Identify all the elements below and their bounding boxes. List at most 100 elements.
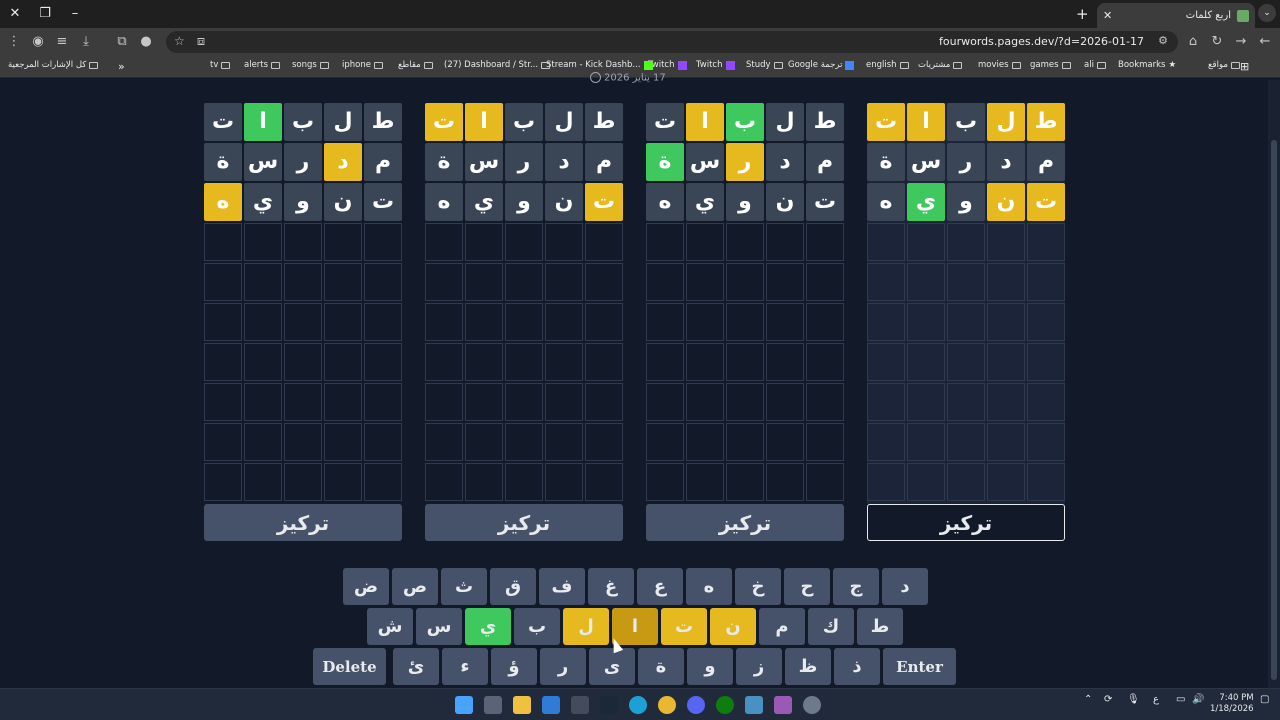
chrome-icon[interactable] [658,696,676,714]
restore-window-icon[interactable]: ❐ [30,4,60,24]
volume-icon[interactable]: 🔊 [1192,694,1204,705]
letter-key[interactable]: ه [686,568,732,605]
letter-key[interactable]: د [882,568,928,605]
store-icon[interactable] [542,696,560,714]
bookmark-item[interactable]: Google ترجمة [788,60,857,70]
letter-key[interactable]: ؤ [491,648,537,685]
extensions-icon[interactable]: ⧉ [113,33,131,51]
snipping-tool-icon[interactable] [774,696,792,714]
bookmark-star-icon[interactable]: ☆ [174,34,185,48]
focus-button[interactable]: تركيز [867,504,1065,541]
bookmark-item[interactable]: iphone [342,60,386,70]
url-text[interactable]: fourwords.pages.dev/?d=2026-01-17 [939,35,1144,48]
bookmark-item[interactable]: مقاطع [398,60,436,70]
letter-key[interactable]: و [687,648,733,685]
input-language[interactable]: ع [1153,694,1159,705]
letter-key[interactable]: ط [857,608,903,645]
system-clock[interactable]: 7:40 PM 1/18/2026 [1210,693,1254,715]
letter-key[interactable]: ف [539,568,585,605]
letter-key[interactable]: ك [808,608,854,645]
bookmark-item[interactable]: ali [1084,60,1109,70]
xbox-icon[interactable] [716,696,734,714]
all-bookmarks[interactable]: كل الإشارات المرجعية [8,60,101,70]
home-icon[interactable]: ⌂ [1184,33,1202,51]
letter-key[interactable]: م [759,608,805,645]
bookmark-item[interactable]: movies [978,60,1024,70]
letter-key[interactable]: ئ [393,648,439,685]
bookmark-item[interactable]: Stream - Kick Dashb... [546,60,656,70]
bookmarks-overflow-icon[interactable]: » [118,60,125,73]
letter-key[interactable]: ع [637,568,683,605]
bookmark-item[interactable]: alerts [244,60,283,70]
tray-overflow-icon[interactable]: ⌃ [1084,694,1092,705]
letter-key[interactable]: ن [710,608,756,645]
new-tab-icon[interactable]: + [1076,5,1089,23]
letter-key[interactable]: ت [661,608,707,645]
letter-key[interactable]: ظ [785,648,831,685]
letter-key[interactable]: س [416,608,462,645]
reload-icon[interactable]: ↻ [1208,33,1226,51]
letter-key[interactable]: ج [833,568,879,605]
scrollbar-thumb[interactable] [1271,140,1277,680]
menu-icon[interactable]: ⋮ [5,33,23,51]
bookmark-item[interactable]: tv [210,60,233,70]
bookmark-item[interactable]: Study [746,60,786,70]
letter-key[interactable]: ص [392,568,438,605]
letter-key[interactable]: ة [638,648,684,685]
start-icon[interactable] [455,696,473,714]
epic-games-icon[interactable] [571,696,589,714]
edge-icon[interactable] [629,696,647,714]
network-icon[interactable]: ▭ [1176,694,1185,705]
delete-key[interactable]: Delete [313,648,386,685]
letter-key[interactable]: ث [441,568,487,605]
focus-button[interactable]: تركيز [646,504,844,541]
bookmark-item[interactable]: مواقع [1208,60,1243,70]
bookmark-item[interactable]: songs [292,60,332,70]
letter-key[interactable]: ذ [834,648,880,685]
address-bar[interactable]: ☆ ⧈ fourwords.pages.dev/?d=2026-01-17 ⚙ [166,31,1178,53]
letter-key[interactable]: ح [784,568,830,605]
letter-key[interactable]: ض [343,568,389,605]
steam-icon[interactable] [600,696,618,714]
letter-key[interactable]: خ [735,568,781,605]
tab-close-icon[interactable]: ✕ [1103,9,1117,22]
bookmark-item[interactable]: Twitch [696,60,738,70]
minimize-window-icon[interactable]: – [60,4,90,24]
apps-grid-icon[interactable]: ⊞ [1240,60,1249,73]
enter-key[interactable]: Enter [883,648,956,685]
bookmark-item[interactable]: مشتريات [918,60,965,70]
discord-icon[interactable] [687,696,705,714]
download-icon[interactable]: ⤓ [77,33,95,51]
sync-icon[interactable]: ⟳ [1104,694,1112,705]
bookmark-item[interactable]: games [1030,60,1074,70]
letter-key[interactable]: ش [367,608,413,645]
bookmark-item[interactable]: Bookmarks ★ [1118,60,1179,70]
letter-key[interactable]: ي [465,608,511,645]
site-settings-icon[interactable]: ⚙ [1158,34,1168,47]
close-window-icon[interactable]: ✕ [0,4,30,24]
page-scrollbar[interactable] [1268,80,1280,688]
focus-button[interactable]: تركيز [425,504,623,541]
task-view-icon[interactable] [484,696,502,714]
back-icon[interactable]: ← [1256,33,1274,51]
extension-icon[interactable]: ● [137,33,155,51]
focus-button[interactable]: تركيز [204,504,402,541]
file-explorer-icon[interactable] [513,696,531,714]
letter-key[interactable]: ل [563,608,609,645]
letter-key[interactable]: غ [588,568,634,605]
letter-key[interactable]: ى [589,648,635,685]
letter-key[interactable]: ب [514,608,560,645]
mic-icon[interactable]: 🎙 [1127,694,1140,705]
remote-desktop-icon[interactable] [745,696,763,714]
letter-key[interactable]: ز [736,648,782,685]
bookmark-item[interactable]: english [866,60,912,70]
bookmark-item[interactable]: (27) Dashboard / Str... [444,60,553,70]
letter-key[interactable]: ق [490,568,536,605]
share-icon[interactable]: ⧈ [192,33,210,51]
forward-icon[interactable]: → [1232,33,1250,51]
profile-icon[interactable]: ◉ [29,33,47,51]
browser-tab[interactable]: ✕ أربع كلمات [1097,3,1255,28]
notifications-icon[interactable]: ▢ [1260,694,1269,705]
tab-search-icon[interactable]: ⌄ [1258,4,1276,22]
letter-key[interactable]: ء [442,648,488,685]
